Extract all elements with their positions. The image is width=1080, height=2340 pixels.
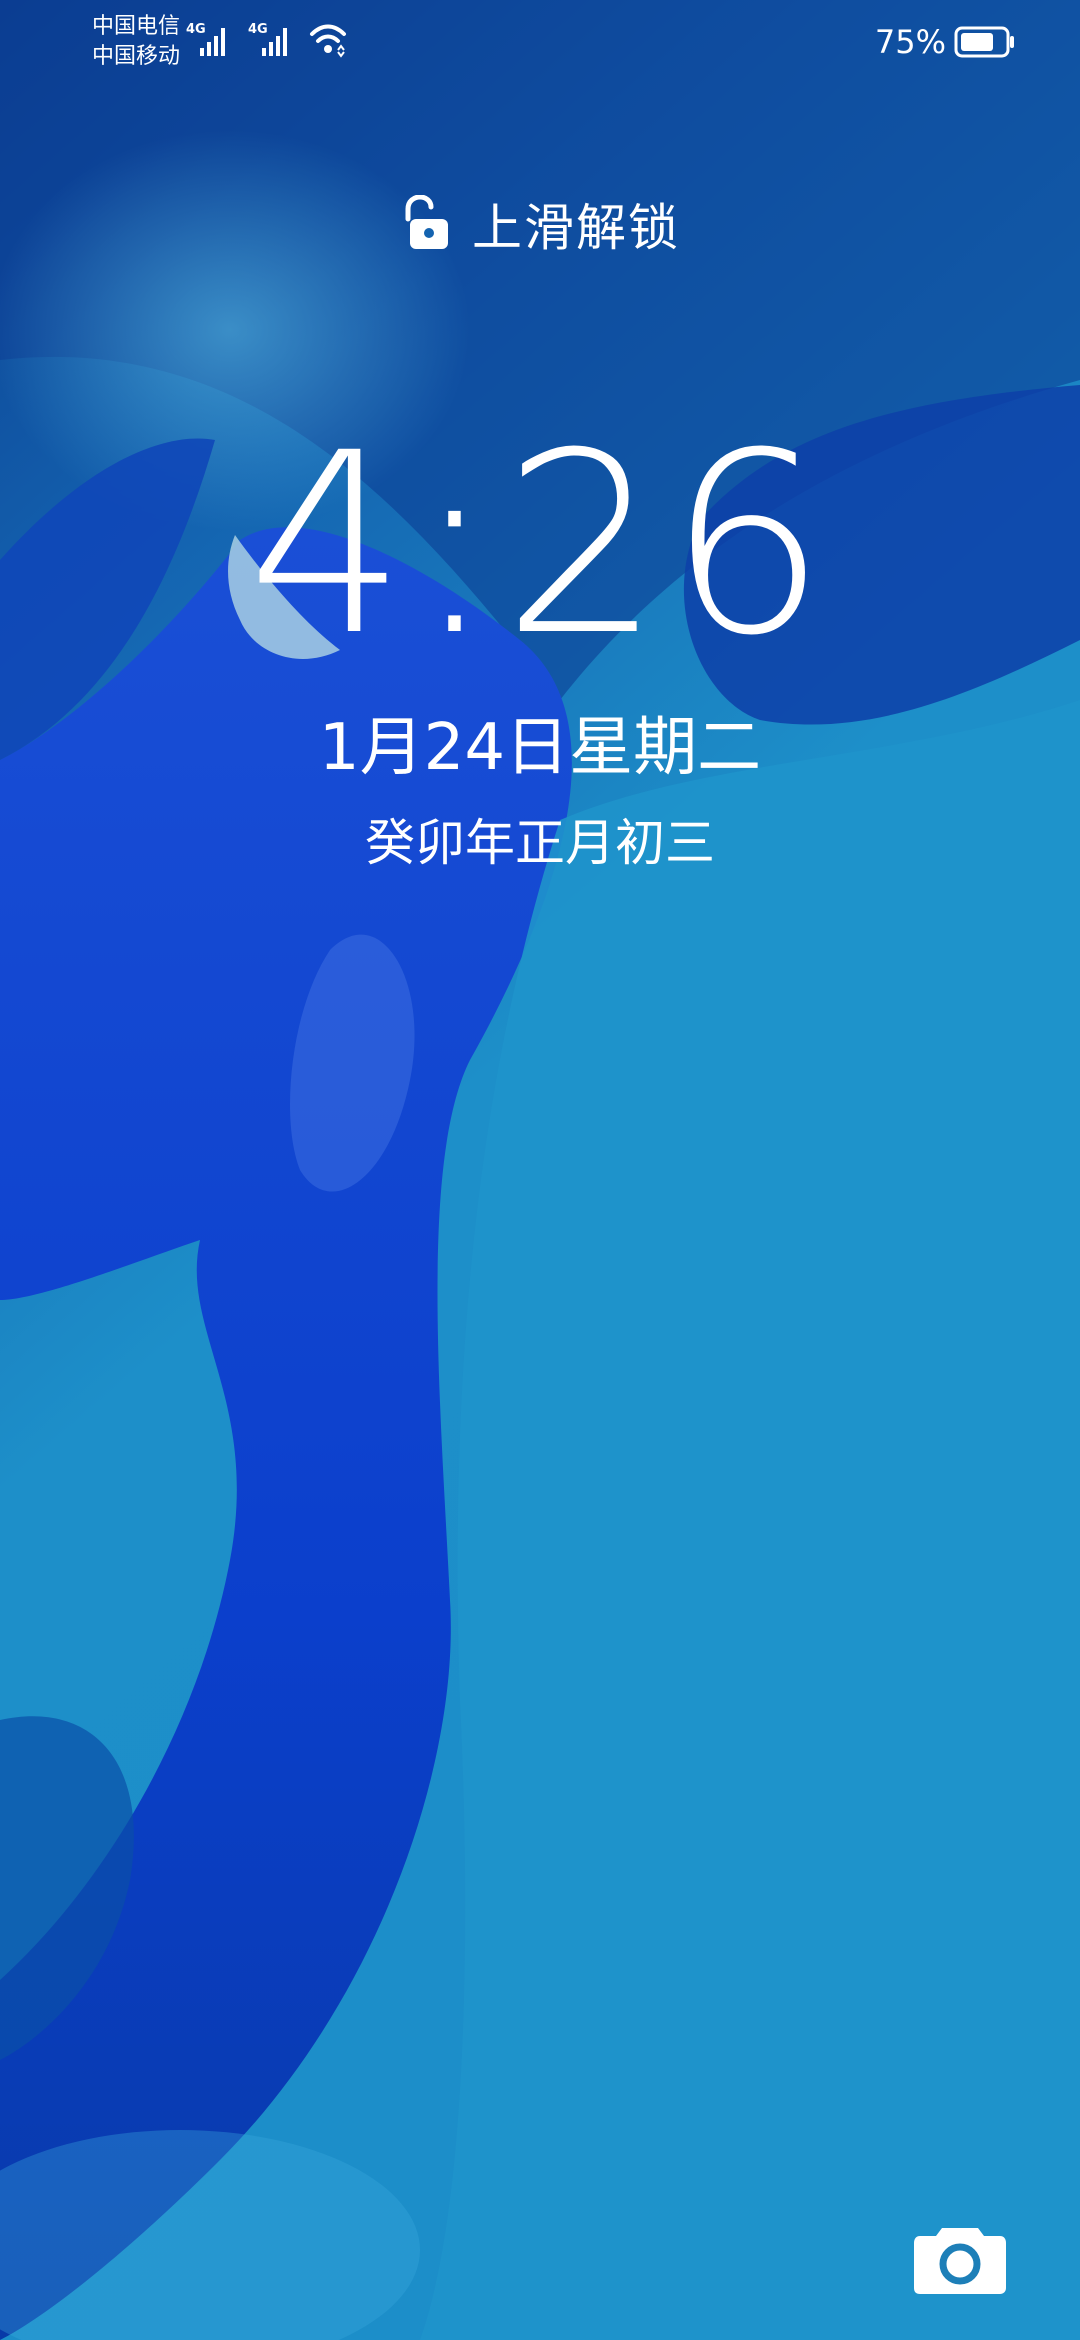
lunar-date: 癸卯年正月初三	[365, 814, 715, 872]
wifi-icon	[310, 24, 346, 58]
carrier-2-label: 中国移动	[92, 44, 181, 69]
signal-bars-icon	[262, 28, 287, 56]
status-bar: 中国电信 中国移动 4G 4G 75%	[0, 0, 1080, 90]
battery-percent: 75%	[874, 23, 946, 61]
lockscreen-date: 1月24日星期二	[318, 711, 762, 785]
swipe-unlock-hint[interactable]: 上滑解锁	[0, 188, 1080, 260]
battery-icon	[954, 26, 1014, 58]
swipe-unlock-label: 上滑解锁	[472, 199, 680, 257]
lockscreen-clock: 4:26	[247, 399, 833, 690]
signal-bars-icon	[200, 28, 225, 56]
carrier-labels: 中国电信 中国移动	[92, 12, 180, 72]
unlock-icon	[405, 195, 448, 249]
wallpaper	[0, 0, 1080, 2340]
battery-indicator: 75%	[875, 22, 1016, 62]
carrier-1-label: 中国电信	[92, 14, 181, 39]
camera-icon[interactable]	[912, 2222, 1008, 2296]
battery-level-fill	[961, 33, 993, 51]
